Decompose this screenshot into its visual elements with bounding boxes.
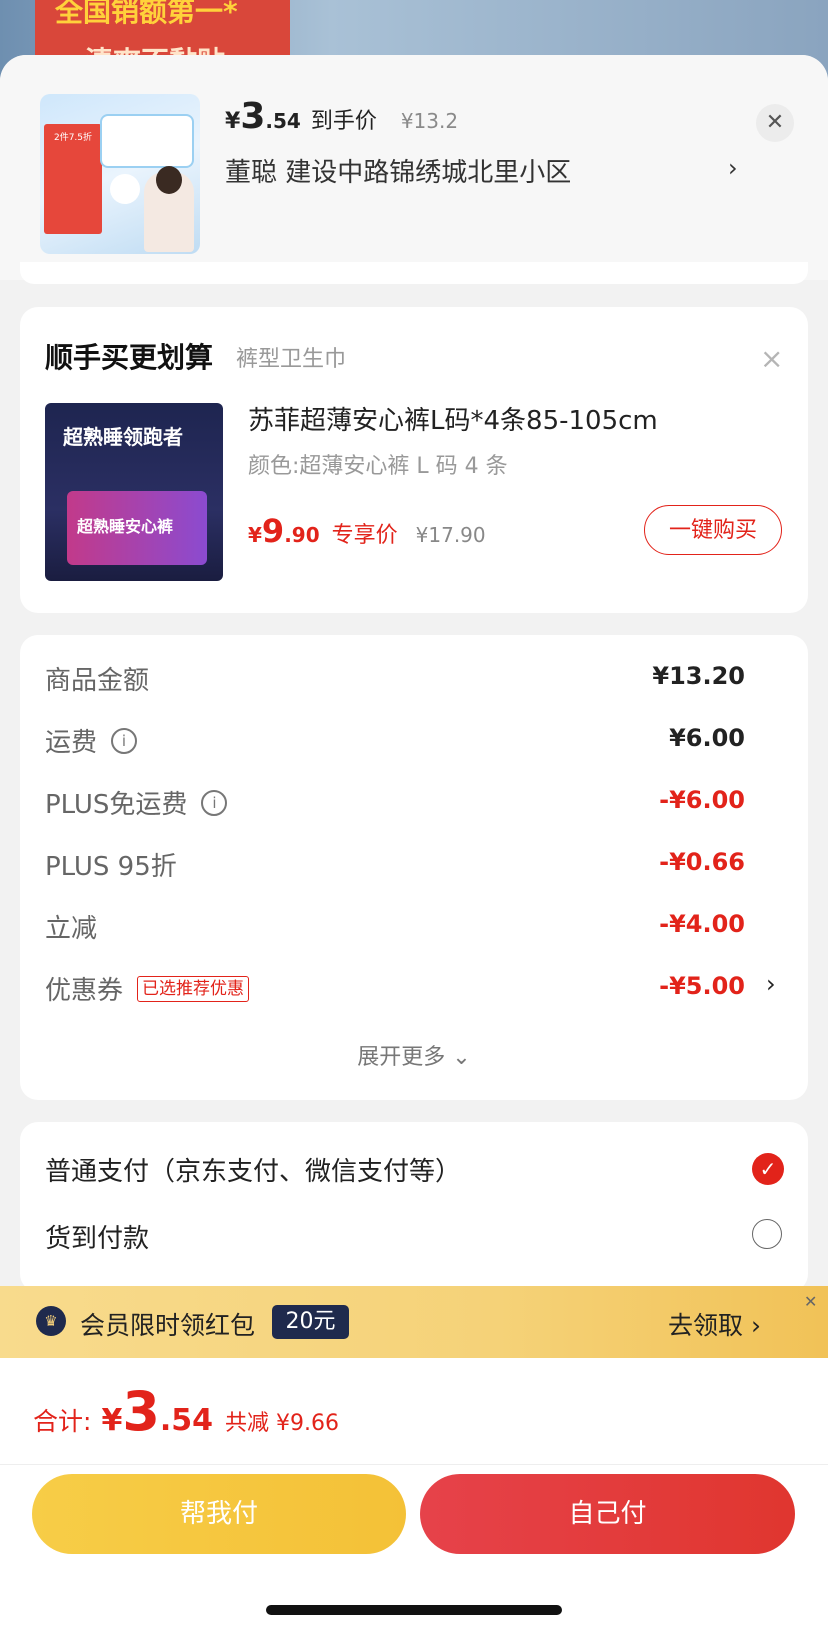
card-edge	[20, 262, 808, 284]
help-pay-button[interactable]: 帮我付	[32, 1474, 406, 1554]
price-label: 到手价	[310, 109, 377, 134]
upsell-price-line: ¥ 9 .90 专享价 ¥17.90	[248, 512, 486, 550]
upsell-original-price: ¥17.90	[415, 523, 486, 547]
product-image-box: 超熟睡安心裤	[67, 491, 207, 565]
thumb-flower	[110, 174, 140, 204]
summary-label: 商品金额	[45, 666, 150, 696]
price-integer: 3	[240, 96, 266, 137]
thumb-package	[102, 116, 192, 166]
total-line: 合计: ¥ 3 .54 共减 ¥9.66	[33, 1380, 339, 1443]
info-icon[interactable]: i	[201, 789, 228, 816]
summary-label: PLUS免运费	[45, 790, 188, 820]
crown-icon: ♛	[36, 1306, 66, 1336]
summary-row-shipping-label: 运费 i	[45, 722, 138, 759]
promo-claim-link[interactable]: 去领取 ›	[668, 1306, 761, 1342]
radio-unchecked-icon[interactable]	[752, 1219, 782, 1249]
coupon-tag: 已选推荐优惠	[137, 975, 250, 1002]
summary-row-instant-off-label: 立减	[45, 908, 97, 945]
summary-row-shipping-value: ¥6.00	[669, 724, 745, 752]
summary-row-goods-label: 商品金额	[45, 660, 149, 697]
payment-option-cod[interactable]: 货到付款	[45, 1218, 149, 1255]
upsell-product-spec: 颜色:超薄安心裤 L 码 4 条	[248, 454, 508, 479]
summary-row-plus-free-shipping-value: -¥6.00	[659, 786, 745, 814]
product-thumbnail[interactable]: 2件7.5折	[40, 94, 200, 254]
payment-method-card	[20, 1122, 808, 1292]
summary-label: PLUS 95折	[45, 852, 177, 882]
upsell-price-decimal: .90	[284, 523, 320, 547]
thumb-person	[144, 166, 194, 252]
summary-label: 运费	[45, 728, 98, 758]
delivery-address[interactable]: 董聪 建设中路锦绣城北里小区	[225, 152, 571, 189]
upsell-price-label: 专享价	[331, 523, 398, 548]
divider	[0, 1464, 828, 1465]
radio-checked-icon[interactable]: ✓	[752, 1153, 784, 1185]
total-decimal: .54	[159, 1403, 214, 1438]
promo-text: 会员限时领红包	[80, 1311, 256, 1340]
payment-option-normal[interactable]: 普通支付（京东支付、微信支付等）	[45, 1151, 461, 1188]
upsell-product-name[interactable]: 苏菲超薄安心裤L码*4条85-105cm	[248, 400, 658, 437]
promo-amount-badge: 20元	[272, 1305, 349, 1339]
original-price: ¥13.2	[400, 109, 459, 133]
upsell-price-currency: ¥	[248, 523, 262, 547]
upsell-price-integer: 9	[261, 512, 285, 550]
chevron-right-icon[interactable]: ›	[728, 154, 738, 182]
info-icon[interactable]: i	[111, 727, 138, 754]
summary-row-plus-free-shipping-label: PLUS免运费 i	[45, 784, 228, 821]
close-icon[interactable]: ✕	[804, 1292, 817, 1311]
summary-label: 优惠券	[45, 976, 124, 1006]
summary-row-coupon-value[interactable]: -¥5.00	[659, 972, 745, 1000]
total-currency: ¥	[101, 1403, 123, 1438]
total-integer: 3	[122, 1380, 160, 1443]
close-icon[interactable]: ✕	[756, 104, 794, 142]
self-pay-button[interactable]: 自己付	[420, 1474, 795, 1554]
upsell-subtitle: 裤型卫生巾	[236, 347, 347, 372]
product-image-box-text: 超熟睡安心裤	[77, 517, 174, 536]
one-click-buy-button[interactable]: 一键购买	[644, 505, 782, 555]
final-price-line: ¥ 3 .54 到手价 ¥13.2	[225, 96, 458, 146]
summary-label: 立减	[45, 914, 98, 944]
product-image-headline: 超熟睡领跑者	[63, 425, 183, 449]
banner-line-1: 全国销额第一*	[55, 0, 238, 28]
total-saved: 共减 ¥9.66	[225, 1411, 340, 1436]
total-label: 合计:	[33, 1407, 92, 1436]
summary-row-coupon-label[interactable]: 优惠券 已选推荐优惠	[45, 970, 250, 1007]
expand-more-button[interactable]: 展开更多 ⌄	[0, 1039, 828, 1071]
thumb-red-label: 2件7.5折	[44, 124, 102, 234]
price-currency: ¥	[225, 109, 241, 134]
upsell-title: 顺手买更划算	[45, 341, 214, 374]
summary-row-goods-value: ¥13.20	[652, 662, 745, 690]
close-icon[interactable]: ×	[760, 342, 783, 375]
summary-row-plus-discount-value: -¥0.66	[659, 848, 745, 876]
home-indicator[interactable]	[266, 1605, 562, 1615]
upsell-product-image[interactable]: 超熟睡领跑者 超熟睡安心裤	[45, 403, 223, 581]
price-decimal: .54	[265, 109, 301, 133]
summary-row-plus-discount-label: PLUS 95折	[45, 846, 177, 883]
chevron-right-icon[interactable]: ›	[766, 970, 776, 998]
summary-row-instant-off-value: -¥4.00	[659, 910, 745, 938]
